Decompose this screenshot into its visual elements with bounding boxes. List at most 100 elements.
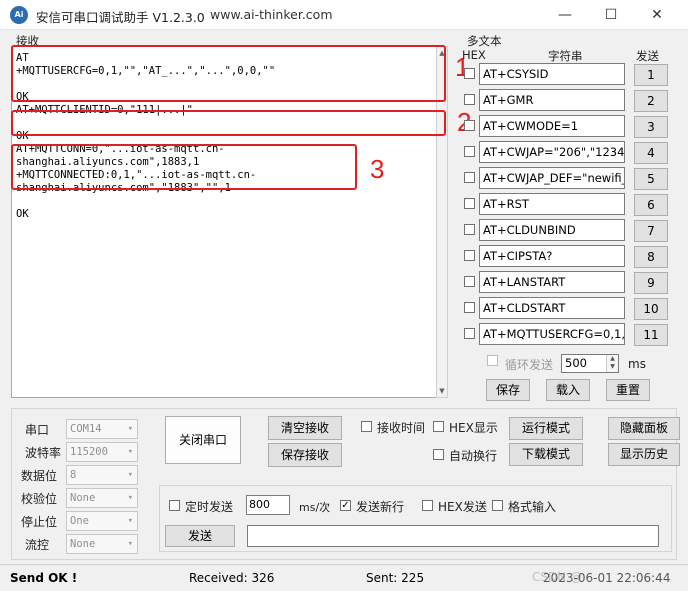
multitext-hex-checkbox[interactable] — [464, 328, 475, 339]
hex-send-checkbox[interactable] — [422, 500, 433, 511]
highlight-box-3 — [11, 144, 357, 190]
multitext-send-button[interactable]: 7 — [634, 220, 668, 242]
multitext-send-button[interactable]: 1 — [634, 64, 668, 86]
multitext-hex-checkbox[interactable] — [464, 146, 475, 157]
multitext-send-button[interactable]: 10 — [634, 298, 668, 320]
show-history-button[interactable]: 显示历史 — [608, 443, 680, 466]
port-label: 串口 — [25, 423, 50, 437]
multitext-send-button[interactable]: 11 — [634, 324, 668, 346]
close-port-button[interactable]: 关闭串口 — [165, 416, 241, 464]
title-bar: Ai 安信可串口调试助手 V1.2.3.0 www.ai-thinker.com… — [0, 0, 688, 30]
window-url: www.ai-thinker.com — [210, 7, 333, 22]
loop-interval-spinner[interactable]: ▲ ▼ — [606, 355, 618, 372]
reset-multitext-button[interactable]: 重置 — [606, 379, 650, 401]
parity-select[interactable]: None — [66, 488, 138, 508]
multitext-input[interactable]: AT+CWJAP_DEF="newifi_ — [479, 167, 625, 189]
send-input[interactable] — [247, 525, 659, 547]
multitext-input[interactable]: AT+CLDSTART — [479, 297, 625, 319]
multitext-input[interactable]: AT+CWMODE=1 — [479, 115, 625, 137]
hex-send-label: HEX发送 — [438, 500, 487, 514]
auto-newline-label: 自动换行 — [449, 449, 498, 463]
send-status: Send OK ! — [10, 571, 78, 585]
stop-bits-select[interactable]: One — [66, 511, 138, 531]
multitext-hex-checkbox[interactable] — [464, 302, 475, 313]
baud-select[interactable]: 115200 — [66, 442, 138, 462]
highlight-box-2 — [11, 110, 446, 136]
download-mode-button[interactable]: 下载模式 — [509, 443, 583, 466]
scroll-down-icon[interactable]: ▼ — [437, 385, 447, 397]
port-select[interactable]: COM14 — [66, 419, 138, 439]
multitext-send-button[interactable]: 6 — [634, 194, 668, 216]
multitext-input[interactable]: AT+RST — [479, 193, 625, 215]
format-input-label: 格式输入 — [508, 500, 557, 514]
multitext-hex-checkbox[interactable] — [464, 250, 475, 261]
multitext-input[interactable]: AT+GMR — [479, 89, 625, 111]
multitext-hex-checkbox[interactable] — [464, 224, 475, 235]
multitext-row: AT+CIPSTA? 8 — [462, 245, 668, 268]
multitext-input[interactable]: AT+CWJAP="206","123456 — [479, 141, 625, 163]
loop-send-checkbox[interactable] — [487, 355, 498, 366]
multitext-send-button[interactable]: 8 — [634, 246, 668, 268]
multitext-row: AT+CWJAP="206","123456 4 — [462, 141, 668, 164]
auto-newline-checkbox[interactable] — [433, 449, 444, 460]
annotation-number-3: 3 — [370, 154, 385, 184]
send-newline-label: 发送新行 — [356, 500, 405, 514]
baud-label: 波特率 — [25, 446, 62, 460]
load-multitext-button[interactable]: 载入 — [546, 379, 590, 401]
multitext-row: AT+CLDUNBIND 7 — [462, 219, 668, 242]
highlight-box-1 — [11, 45, 446, 102]
close-icon[interactable]: ✕ — [634, 0, 680, 30]
multitext-row: AT+RST 6 — [462, 193, 668, 216]
multitext-input[interactable]: AT+LANSTART — [479, 271, 625, 293]
multitext-input[interactable]: AT+CIPSTA? — [479, 245, 625, 267]
multitext-input[interactable]: AT+CSYSID — [479, 63, 625, 85]
multitext-hex-checkbox[interactable] — [464, 94, 475, 105]
app-logo-icon: Ai — [10, 6, 28, 24]
stop-bits-label: 停止位 — [21, 515, 58, 529]
loop-send-label: 循环发送 — [505, 358, 554, 372]
status-bar: Send OK ! Received: 326 Sent: 225 2023-0… — [0, 564, 688, 591]
multitext-send-button[interactable]: 2 — [634, 90, 668, 112]
multitext-input[interactable]: AT+CLDUNBIND — [479, 219, 625, 241]
multitext-send-button[interactable]: 4 — [634, 142, 668, 164]
receive-time-checkbox[interactable] — [361, 421, 372, 432]
timed-interval-input[interactable]: 800 — [246, 495, 290, 515]
multitext-row: AT+CWMODE=1 3 — [462, 115, 668, 138]
save-receive-button[interactable]: 保存接收 — [268, 443, 342, 467]
multitext-hex-checkbox[interactable] — [464, 172, 475, 183]
clear-receive-button[interactable]: 清空接收 — [268, 416, 342, 440]
timed-send-checkbox[interactable] — [169, 500, 180, 511]
multitext-send-button[interactable]: 5 — [634, 168, 668, 190]
multitext-hex-checkbox[interactable] — [464, 68, 475, 79]
format-input-checkbox[interactable] — [492, 500, 503, 511]
multitext-row: AT+MQTTUSERCFG=0,1," 11 — [462, 323, 668, 346]
hex-display-checkbox[interactable] — [433, 421, 444, 432]
maximize-icon[interactable]: ☐ — [588, 0, 634, 30]
multitext-send-button[interactable]: 3 — [634, 116, 668, 138]
minimize-icon[interactable]: — — [542, 0, 588, 30]
received-count: Received: 326 — [189, 571, 275, 585]
loop-interval-unit: ms — [628, 357, 646, 371]
multitext-col-send: 发送 — [636, 49, 659, 63]
multitext-row: AT+CWJAP_DEF="newifi_ 5 — [462, 167, 668, 190]
multitext-send-button[interactable]: 9 — [634, 272, 668, 294]
data-bits-label: 数据位 — [21, 469, 58, 483]
run-mode-button[interactable]: 运行模式 — [509, 417, 583, 440]
timed-interval-unit: ms/次 — [299, 501, 331, 514]
hide-panel-button[interactable]: 隐藏面板 — [608, 417, 680, 440]
multitext-col-hex: HEX — [462, 48, 486, 62]
multitext-hex-checkbox[interactable] — [464, 198, 475, 209]
multitext-input[interactable]: AT+MQTTUSERCFG=0,1," — [479, 323, 625, 345]
send-button[interactable]: 发送 — [165, 525, 235, 547]
multitext-hex-checkbox[interactable] — [464, 120, 475, 131]
multitext-row: AT+LANSTART 9 — [462, 271, 668, 294]
send-newline-checkbox[interactable]: ✓ — [340, 500, 351, 511]
data-bits-select[interactable]: 8 — [66, 465, 138, 485]
multitext-row: AT+GMR 2 — [462, 89, 668, 112]
multitext-row: AT+CLDSTART 10 — [462, 297, 668, 320]
save-multitext-button[interactable]: 保存 — [486, 379, 530, 401]
window-title: 安信可串口调试助手 V1.2.3.0 — [36, 10, 205, 25]
multitext-hex-checkbox[interactable] — [464, 276, 475, 287]
flow-control-select[interactable]: None — [66, 534, 138, 554]
parity-label: 校验位 — [21, 492, 58, 506]
